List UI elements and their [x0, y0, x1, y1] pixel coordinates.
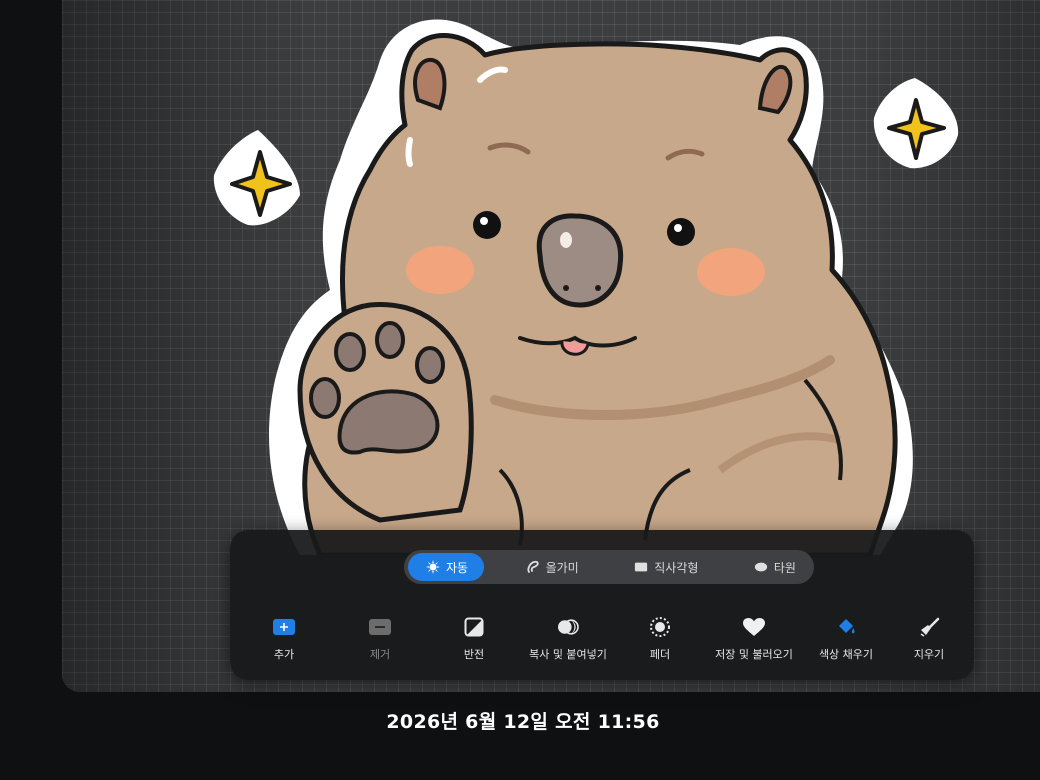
- mode-label: 직사각형: [654, 560, 699, 575]
- eraser-icon: [917, 616, 941, 638]
- add-tool-button[interactable]: 추가: [229, 616, 339, 662]
- ellipse-icon: [754, 560, 768, 574]
- rectangle-icon: [634, 560, 648, 574]
- tool-label: 지우기: [913, 648, 945, 661]
- mode-label: 올가미: [545, 560, 579, 575]
- lasso-icon: [526, 560, 540, 574]
- sparkle-icon: [873, 78, 959, 169]
- tool-row: 추가 제거 반전 복사 및 붙여넣기 페더 저장 및 불러오기 색상 채우기 지…: [254, 616, 954, 668]
- tool-label: 페더: [649, 648, 671, 661]
- tool-label: 저장 및 불러오기: [715, 648, 793, 661]
- mode-auto-button[interactable]: 자동: [408, 553, 485, 581]
- sparkle-icon: [213, 130, 300, 226]
- copy-paste-icon: [556, 616, 580, 638]
- selection-mode-bar: 자동 올가미 직사각형 타원: [404, 550, 814, 584]
- tool-label: 추가: [273, 648, 295, 661]
- fill-bucket-icon: [834, 616, 858, 638]
- selection-toolbar: 자동 올가미 직사각형 타원 추가 제거 반전 복사 및 붙여넣기 페더 저장 …: [230, 530, 974, 680]
- tool-label: 색상 채우기: [818, 648, 874, 661]
- heart-icon: [742, 616, 766, 638]
- mode-label: 타원: [773, 560, 796, 575]
- mode-ellipse-button[interactable]: 타원: [740, 553, 810, 581]
- mode-lasso-button[interactable]: 올가미: [512, 553, 593, 581]
- tool-label: 복사 및 붙여넣기: [529, 648, 607, 661]
- tool-label: 제거: [369, 648, 391, 661]
- erase-tool-button[interactable]: 지우기: [874, 616, 984, 662]
- mode-rectangle-button[interactable]: 직사각형: [620, 553, 712, 581]
- invert-icon: [462, 616, 486, 638]
- burst-icon: [426, 560, 440, 574]
- mode-label: 자동: [446, 560, 469, 575]
- minus-square-icon: [368, 616, 392, 638]
- plus-square-icon: [272, 616, 296, 638]
- tool-label: 반전: [463, 648, 485, 661]
- capture-timestamp: 2026년 6월 12일 오전 11:56: [386, 711, 660, 733]
- feather-icon: [648, 616, 672, 638]
